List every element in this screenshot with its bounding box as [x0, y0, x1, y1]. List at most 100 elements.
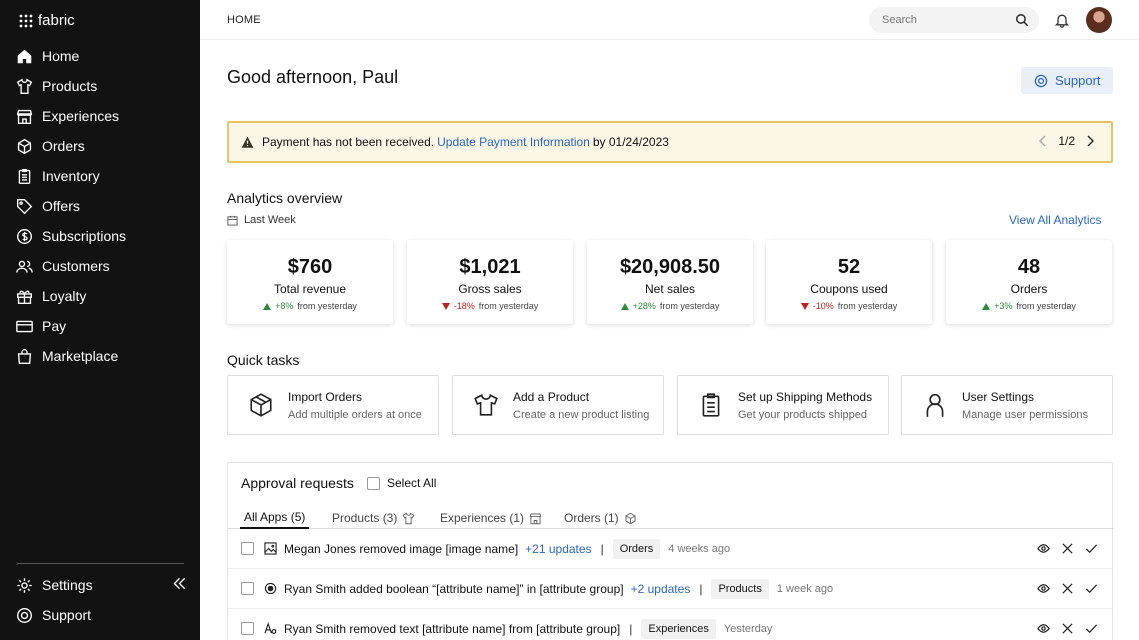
stat-card-gross-sales[interactable]: $1,021 Gross sales -18% from yesterday — [407, 240, 573, 324]
eye-icon[interactable] — [1037, 542, 1050, 555]
task-subtitle: Add multiple orders at once — [288, 408, 422, 421]
row-updates-link[interactable]: +2 updates — [631, 582, 691, 596]
row-action: removed text — [349, 621, 419, 636]
stat-value: $1,021 — [459, 256, 521, 278]
row-target: [attribute name] — [436, 581, 520, 596]
view-all-analytics-link[interactable]: View All Analytics — [1009, 213, 1102, 227]
payment-alert: Payment has not been received. Update Pa… — [227, 121, 1113, 163]
support-button[interactable]: Support — [1021, 67, 1113, 94]
sidebar-item-marketplace[interactable]: Marketplace — [16, 341, 192, 371]
check-icon[interactable] — [1085, 582, 1098, 595]
sidebar-item-label: Experiences — [42, 108, 120, 124]
chevron-right-icon[interactable] — [1085, 135, 1095, 147]
collapse-sidebar-icon[interactable] — [171, 575, 188, 592]
gear-icon — [17, 577, 32, 593]
close-icon[interactable] — [1061, 622, 1074, 635]
credit-card-icon — [16, 320, 33, 332]
task-user-settings[interactable]: User Settings Manage user permissions — [901, 375, 1113, 435]
tab-products[interactable]: Products (3) — [332, 507, 415, 529]
stat-card-net-sales[interactable]: $20,908.50 Net sales +28% from yesterday — [587, 240, 753, 324]
select-all-checkbox[interactable] — [367, 476, 380, 490]
close-icon[interactable] — [1061, 542, 1074, 555]
stat-value: $760 — [287, 256, 333, 278]
sidebar-item-customers[interactable]: Customers — [16, 251, 192, 281]
tab-orders[interactable]: Orders (1) — [564, 507, 637, 529]
sidebar-item-products[interactable]: Products — [16, 71, 192, 101]
box-icon — [625, 512, 636, 524]
select-all[interactable]: Select All — [367, 476, 436, 490]
tag-icon — [17, 198, 33, 214]
support-button-label: Support — [1055, 73, 1101, 88]
period-selector[interactable]: Last Week — [227, 214, 296, 226]
sidebar-item-subscriptions[interactable]: Subscriptions — [16, 221, 192, 251]
stat-change-value: +28% — [632, 301, 656, 311]
task-import-orders[interactable]: Import Orders Add multiple orders at once — [227, 375, 439, 435]
row-target: [attribute name] — [422, 621, 506, 636]
stat-change: -18% from yesterday — [407, 301, 573, 311]
sidebar-item-experiences[interactable]: Experiences — [16, 101, 192, 131]
radio-icon — [264, 582, 277, 595]
task-subtitle: Create a new product listing — [513, 408, 650, 421]
row-updates-link[interactable]: +21 updates — [525, 542, 591, 556]
brand-dots-icon — [19, 14, 33, 27]
sidebar-item-loyalty[interactable]: Loyalty — [16, 281, 192, 311]
search-placeholder: Search — [882, 14, 917, 26]
row-checkbox[interactable] — [241, 622, 254, 635]
sidebar-item-pay[interactable]: Pay — [16, 311, 192, 341]
brand-name: fabric — [38, 12, 75, 29]
shopping-bag-icon — [17, 348, 32, 364]
tab-experiences[interactable]: Experiences (1) — [440, 507, 542, 529]
sidebar-item-label: Customers — [42, 258, 110, 274]
row-group: [attribute group] — [539, 581, 624, 596]
row-timestamp: 1 week ago — [776, 582, 834, 595]
check-icon[interactable] — [1085, 622, 1098, 635]
avatar[interactable] — [1086, 7, 1112, 33]
row-checkbox[interactable] — [241, 542, 254, 555]
task-add-product[interactable]: Add a Product Create a new product listin… — [452, 375, 664, 435]
stat-change-value: -18% — [453, 301, 475, 311]
stat-card-coupons-used[interactable]: 52 Coupons used -10% from yesterday — [766, 240, 932, 324]
sidebar-item-settings[interactable]: Settings — [16, 570, 188, 600]
sidebar-item-offers[interactable]: Offers — [16, 191, 192, 221]
shirt-icon — [474, 393, 498, 416]
sidebar-item-label: Support — [42, 607, 92, 623]
task-shipping-methods[interactable]: Set up Shipping Methods Get your products… — [677, 375, 889, 435]
row-checkbox[interactable] — [241, 582, 254, 595]
tab-all-apps[interactable]: All Apps (5) — [240, 507, 310, 529]
stat-label: Orders — [1010, 282, 1048, 296]
storefront-icon — [16, 109, 33, 124]
approval-requests-panel: Approval requests Select All All Apps (5… — [227, 462, 1114, 640]
select-all-label: Select All — [387, 476, 437, 490]
sidebar-item-orders[interactable]: Orders — [16, 131, 192, 161]
sidebar-item-home[interactable]: Home — [16, 41, 192, 71]
brand-logo[interactable]: fabric — [19, 12, 75, 29]
sidebar-item-label: Orders — [42, 138, 85, 154]
task-title: Set up Shipping Methods — [738, 389, 873, 404]
task-title: Import Orders — [288, 389, 363, 404]
stat-card-orders[interactable]: 48 Orders +3% from yesterday — [946, 240, 1112, 324]
bell-icon[interactable] — [1054, 12, 1070, 28]
tab-label: Products (3) — [332, 511, 398, 525]
update-payment-link[interactable]: Update Payment Information — [437, 135, 590, 149]
sidebar-item-inventory[interactable]: Inventory — [16, 161, 192, 191]
alert-text: Payment has not been received. — [262, 135, 435, 149]
tab-label: Experiences (1) — [440, 511, 525, 525]
box-icon — [250, 393, 272, 417]
chevron-left-icon[interactable] — [1038, 135, 1048, 147]
task-title: Add a Product — [513, 389, 590, 404]
eye-icon[interactable] — [1037, 622, 1050, 635]
stat-label: Gross sales — [458, 282, 522, 296]
sidebar-item-support[interactable]: Support — [16, 577, 188, 630]
row-separator: | — [629, 621, 633, 636]
approval-tabs: All Apps (5) Products (3) Experiences (1… — [228, 507, 1114, 529]
trend-down-icon — [441, 302, 450, 310]
close-icon[interactable] — [1061, 582, 1074, 595]
search-input[interactable]: Search — [869, 7, 1039, 33]
check-icon[interactable] — [1085, 542, 1098, 555]
trend-down-icon — [800, 302, 809, 310]
eye-icon[interactable] — [1037, 582, 1050, 595]
stat-card-total-revenue[interactable]: $760 Total revenue +8% from yesterday — [227, 240, 393, 324]
row-user: Ryan Smith — [284, 581, 347, 596]
text-icon — [264, 622, 277, 634]
stat-value: 48 — [1017, 256, 1041, 278]
